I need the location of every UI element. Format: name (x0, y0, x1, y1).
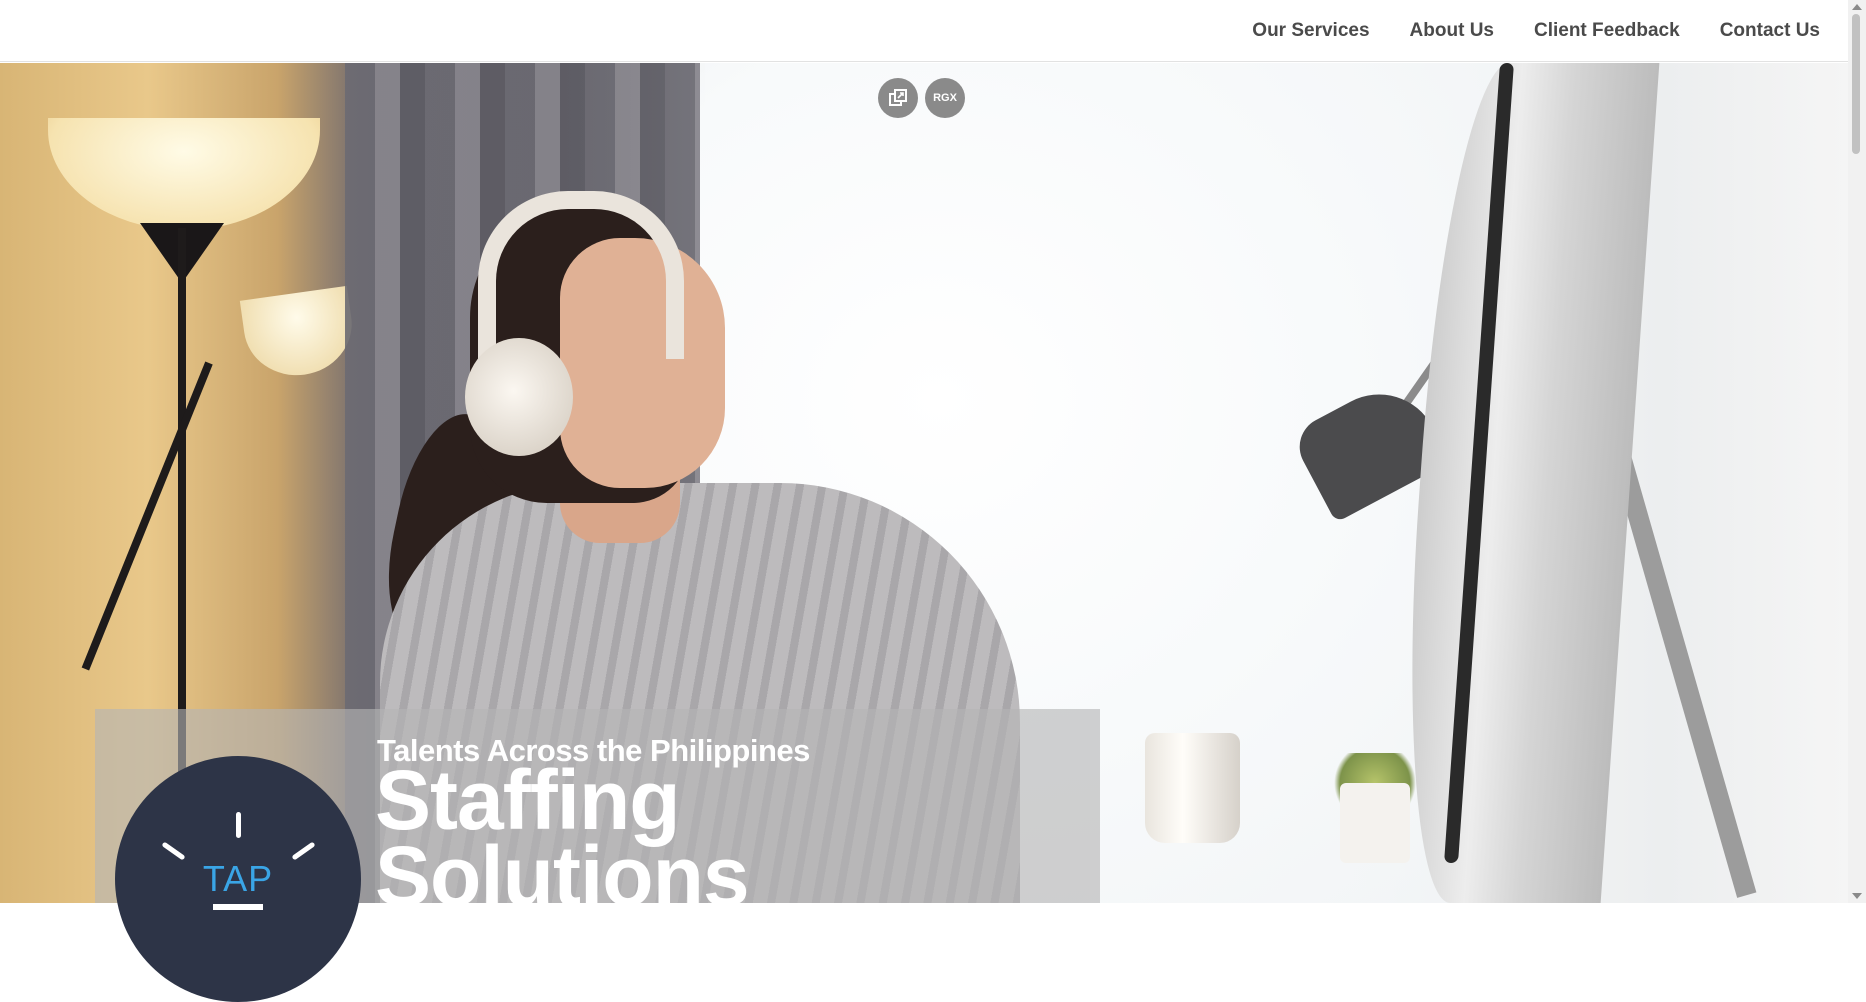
nav-link-contact-us[interactable]: Contact Us (1720, 20, 1820, 42)
nav-links: Our Services About Us Client Feedback Co… (1252, 0, 1820, 62)
open-external-button[interactable] (878, 78, 918, 118)
floor-lamp-shade-image (48, 118, 320, 230)
rgx-button[interactable]: RGX (925, 78, 965, 118)
plant-pot-image (1340, 783, 1410, 863)
scroll-down-arrow-icon[interactable] (1852, 893, 1862, 899)
headphones-cup-image (465, 338, 573, 456)
monitor-stand-image (1610, 450, 1757, 898)
nav-link-client-feedback[interactable]: Client Feedback (1534, 20, 1680, 42)
logo-ray (236, 812, 241, 838)
top-navigation-bar: Our Services About Us Client Feedback Co… (0, 0, 1848, 62)
logo-text: TAP (202, 858, 274, 899)
scroll-up-arrow-icon[interactable] (1852, 4, 1862, 10)
hero-headline: Staffing Solutions (375, 753, 750, 918)
floor-lamp-small-shade-image (239, 285, 359, 383)
open-in-new-icon (889, 89, 907, 106)
page-scrollbar[interactable] (1848, 0, 1866, 903)
floor-lamp-arm-image (81, 361, 213, 671)
headphones-band-image (478, 191, 684, 359)
logo-underline (213, 904, 263, 910)
rgx-label: RGX (933, 92, 957, 104)
tap-logo: TAP (115, 756, 361, 1002)
coffee-cup-image (1145, 733, 1240, 843)
hero-headline-line1: Staffing (375, 753, 681, 847)
nav-link-about-us[interactable]: About Us (1410, 20, 1494, 42)
nav-link-our-services[interactable]: Our Services (1252, 20, 1369, 42)
scrollbar-thumb[interactable] (1852, 14, 1860, 154)
